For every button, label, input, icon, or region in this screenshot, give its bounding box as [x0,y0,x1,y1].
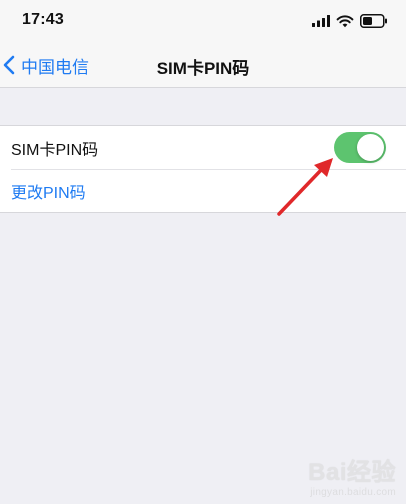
sim-pin-toggle-row: SIM卡PIN码 [0,126,406,169]
status-bar: 17:43 [0,0,406,42]
page-title: SIM卡PIN码 [156,59,250,78]
navigation-bar: 中国电信 SIM卡PIN码 [0,42,406,88]
watermark-url: jingyan.baidu.com [310,487,396,498]
toggle-knob [357,134,384,161]
watermark-brand: Bai经验 [308,459,396,486]
sim-pin-toggle-label: SIM卡PIN码 [11,141,99,159]
change-pin-link[interactable]: 更改PIN码 [11,179,86,203]
change-pin-row[interactable]: 更改PIN码 [0,169,406,212]
sim-pin-toggle[interactable] [334,132,386,163]
battery-icon [360,14,387,28]
settings-group: SIM卡PIN码 更改PIN码 [0,125,406,213]
status-time: 17:43 [22,11,64,28]
wifi-icon [336,15,354,28]
cellular-signal-icon [312,15,330,27]
status-icons [312,14,388,28]
baidu-jingyan-watermark: Bai经验 jingyan.baidu.com [256,450,396,498]
